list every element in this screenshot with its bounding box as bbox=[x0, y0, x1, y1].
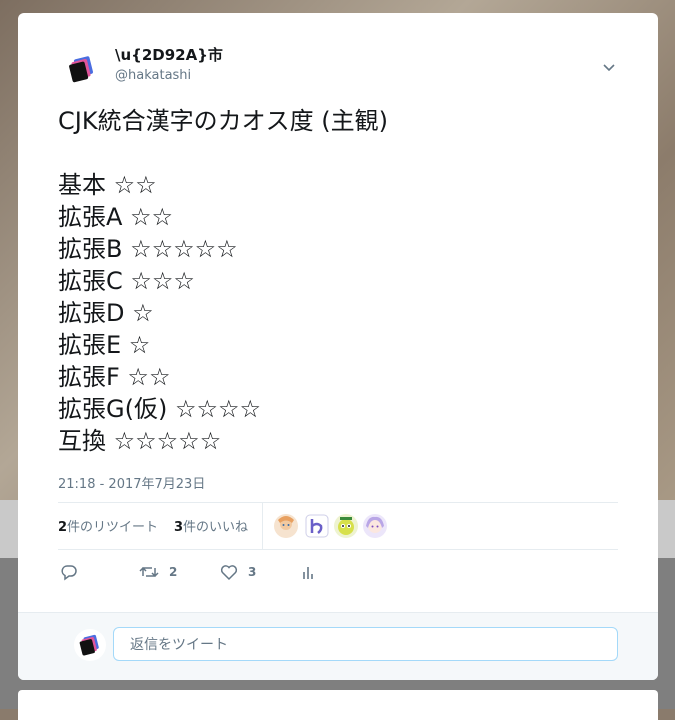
like-stat[interactable]: 3件のいいね bbox=[174, 516, 248, 535]
chevron-down-icon[interactable] bbox=[601, 59, 617, 75]
reply-icon bbox=[61, 565, 77, 581]
tweet-text: CJK統合漢字のカオス度 (主観) 基本 ☆☆ 拡張A ☆☆ 拡張B ☆☆☆☆☆… bbox=[58, 107, 388, 455]
retweet-icon bbox=[139, 566, 159, 578]
current-user-avatar bbox=[74, 629, 106, 661]
like-stat-label: 件のいいね bbox=[183, 520, 249, 535]
retweet-count: 2 bbox=[169, 565, 178, 579]
author-avatar[interactable] bbox=[62, 49, 102, 89]
analytics-button[interactable] bbox=[301, 561, 317, 583]
reply-bar: 返信をツイート bbox=[18, 612, 658, 680]
author-screen-name[interactable]: @hakatashi bbox=[115, 68, 191, 83]
liker-avatar-2[interactable] bbox=[305, 514, 329, 538]
tweet-modal: \u{2D92A}市 @hakatashi CJK統合漢字のカオス度 (主観) … bbox=[18, 13, 658, 680]
hakatashi-logo-icon bbox=[79, 634, 99, 656]
divider bbox=[58, 502, 618, 503]
retweet-stat[interactable]: 2件のリツイート bbox=[58, 516, 158, 535]
retweet-button[interactable]: 2 bbox=[139, 561, 177, 583]
analytics-icon bbox=[303, 567, 313, 579]
liker-avatar-4[interactable] bbox=[363, 514, 387, 538]
liker-avatar-3[interactable] bbox=[334, 514, 358, 538]
retweet-stat-label: 件のリツイート bbox=[67, 520, 159, 535]
tweet-timestamp[interactable]: 21:18 - 2017年7月23日 bbox=[58, 473, 205, 492]
divider bbox=[262, 503, 263, 549]
hakatashi-logo-icon bbox=[69, 56, 93, 83]
heart-icon bbox=[220, 565, 238, 581]
like-stat-count: 3 bbox=[174, 520, 184, 535]
liker-avatar-1[interactable] bbox=[274, 514, 298, 538]
retweet-stat-count: 2 bbox=[58, 520, 68, 535]
like-count: 3 bbox=[248, 565, 257, 579]
divider bbox=[58, 549, 618, 550]
reply-button[interactable] bbox=[60, 561, 78, 583]
reply-input[interactable]: 返信をツイート bbox=[113, 627, 618, 661]
like-button[interactable]: 3 bbox=[220, 561, 256, 583]
next-tweet-card bbox=[18, 690, 658, 720]
author-display-name[interactable]: \u{2D92A}市 bbox=[115, 44, 223, 65]
